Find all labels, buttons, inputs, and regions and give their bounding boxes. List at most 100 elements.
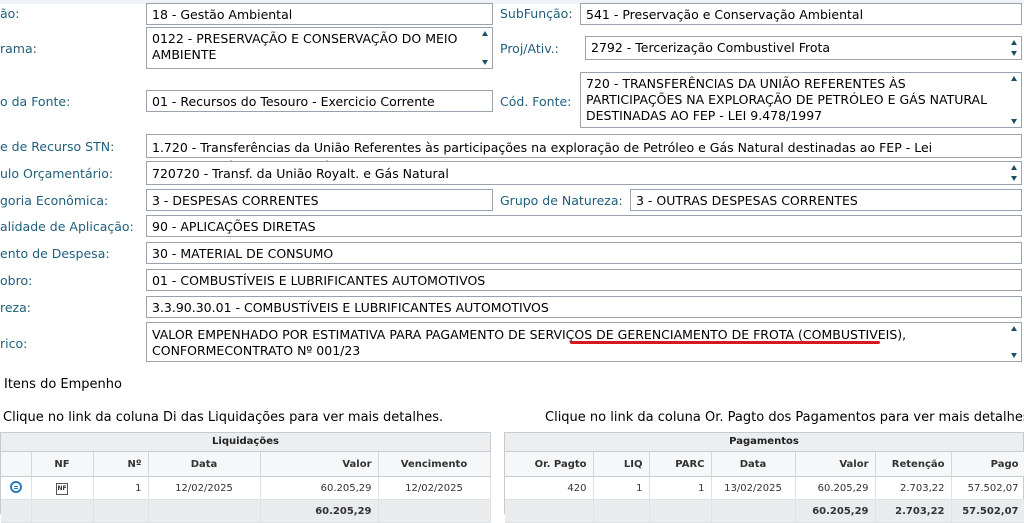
total-retencao: 2.703,22 bbox=[875, 499, 952, 523]
categoria-label: goria Econômica: bbox=[0, 193, 109, 208]
col-vencimento: Vencimento bbox=[378, 452, 491, 477]
projativ-select[interactable]: 2792 - Tercerização Combustivel Frota bbox=[585, 36, 1022, 60]
col-di bbox=[1, 452, 32, 477]
modalidade-field[interactable]: 90 - APLICAÇÕES DIRETAS bbox=[146, 215, 1022, 237]
programa-value: 0122 - PRESERVAÇÃO E CONSERVAÇÃO DO MEIO… bbox=[152, 31, 458, 62]
orcamentario-select[interactable]: 720720 - Transf. da União Royalt. e Gás … bbox=[146, 161, 1022, 185]
orcamentario-value: 720720 - Transf. da União Royalt. e Gás … bbox=[152, 166, 449, 181]
col-valor: Valor bbox=[795, 452, 876, 477]
pagamentos-grid: Pagamentos Or. Pagto LIQ PARC Data Valor… bbox=[504, 432, 1024, 523]
col-data: Data bbox=[711, 452, 796, 477]
scroll-up-icon[interactable] bbox=[482, 31, 488, 36]
pago-cell: 57.502,07 bbox=[951, 476, 1024, 500]
codfonte-label: Cód. Fonte: bbox=[500, 94, 572, 109]
elemento-field[interactable]: 30 - MATERIAL DE CONSUMO bbox=[146, 242, 1022, 264]
recurso-stn-field[interactable]: 1.720 - Transferências da União Referent… bbox=[146, 134, 1022, 173]
liquidacoes-caption: Liquidações bbox=[1, 433, 490, 452]
grupo-label: Grupo de Natureza: bbox=[500, 193, 623, 208]
nf-icon[interactable]: NF bbox=[56, 482, 68, 495]
total-valor: 60.205,29 bbox=[260, 499, 379, 523]
funcao-field[interactable]: 18 - Gestão Ambiental bbox=[146, 3, 493, 25]
recurso-stn-label: e de Recurso STN: bbox=[0, 139, 115, 154]
elemento-value: 30 - MATERIAL DE CONSUMO bbox=[152, 246, 334, 261]
liquidacoes-total-row: 60.205,29 bbox=[1, 499, 491, 523]
itens-empenho-title: Itens do Empenho bbox=[4, 377, 122, 392]
natureza-value: 3.3.90.30.01 - COMBUSTÍVEIS E LUBRIFICAN… bbox=[152, 300, 549, 315]
historico-label: rico: bbox=[0, 336, 28, 351]
up-arrow-icon[interactable] bbox=[1011, 40, 1017, 45]
modalidade-value: 90 - APLICAÇÕES DIRETAS bbox=[152, 219, 316, 234]
col-num: Nº bbox=[93, 452, 149, 477]
liquidacoes-hint: Clique no link da coluna Di das Liquidaç… bbox=[3, 410, 444, 425]
table-row: NF 1 12/02/2025 60.205,29 12/02/2025 bbox=[1, 476, 491, 500]
scroll-up-icon[interactable] bbox=[1011, 76, 1017, 81]
col-data: Data bbox=[148, 452, 261, 477]
categoria-field[interactable]: 3 - DESPESAS CORRENTES bbox=[146, 189, 493, 211]
fonte-label: o da Fonte: bbox=[0, 94, 71, 109]
down-arrow-icon[interactable] bbox=[1011, 51, 1017, 56]
codfonte-value: 720 - TRANSFERÊNCIAS DA UNIÃO REFERENTES… bbox=[586, 76, 988, 123]
subfuncao-label: SubFunção: bbox=[500, 6, 573, 21]
red-underline-annotation bbox=[570, 341, 880, 344]
valor-cell: 60.205,29 bbox=[795, 476, 876, 500]
pagamentos-table: Or. Pagto LIQ PARC Data Valor Retenção P… bbox=[505, 452, 1024, 523]
natureza-field[interactable]: 3.3.90.30.01 - COMBUSTÍVEIS E LUBRIFICAN… bbox=[146, 296, 1022, 318]
funcao-value: 18 - Gestão Ambiental bbox=[152, 7, 293, 22]
fonte-field[interactable]: 01 - Recursos do Tesouro - Exercicio Cor… bbox=[146, 90, 493, 112]
orpagto-link[interactable]: 420 bbox=[505, 476, 594, 500]
down-arrow-icon[interactable] bbox=[1011, 176, 1017, 181]
col-pago: Pago bbox=[951, 452, 1024, 477]
pagamentos-header-row: Or. Pagto LIQ PARC Data Valor Retenção P… bbox=[505, 452, 1024, 477]
funcao-label: ão: bbox=[0, 6, 20, 21]
col-parc: PARC bbox=[649, 452, 712, 477]
pagamentos-caption: Pagamentos bbox=[505, 433, 1023, 452]
modalidade-label: alidade de Aplicação: bbox=[0, 219, 134, 234]
retencao-cell: 2.703,22 bbox=[875, 476, 952, 500]
orcamentario-spinner[interactable] bbox=[1009, 162, 1019, 184]
natureza-label: reza: bbox=[0, 300, 31, 315]
total-valor: 60.205,29 bbox=[795, 499, 876, 523]
table-row: 420 1 1 13/02/2025 60.205,29 2.703,22 57… bbox=[505, 476, 1024, 500]
nf-cell[interactable]: NF bbox=[31, 476, 94, 500]
data-cell: 13/02/2025 bbox=[711, 476, 796, 500]
num-cell: 1 bbox=[93, 476, 149, 500]
pagamentos-hint: Clique no link da coluna Or. Pagto dos P… bbox=[545, 410, 1024, 425]
scroll-down-icon[interactable] bbox=[1011, 353, 1017, 358]
desdobro-value: 01 - COMBUSTÍVEIS E LUBRIFICANTES AUTOMO… bbox=[152, 273, 486, 288]
subfuncao-field[interactable]: 541 - Preservação e Conservação Ambienta… bbox=[580, 3, 1022, 25]
historico-scroll[interactable] bbox=[1009, 323, 1019, 361]
subfuncao-value: 541 - Preservação e Conservação Ambienta… bbox=[586, 7, 864, 22]
programa-label: rama: bbox=[0, 41, 37, 56]
total-pago: 57.502,07 bbox=[951, 499, 1024, 523]
pagamentos-total-row: 60.205,29 2.703,22 57.502,07 bbox=[505, 499, 1024, 523]
desdobro-field[interactable]: 01 - COMBUSTÍVEIS E LUBRIFICANTES AUTOMO… bbox=[146, 269, 1022, 291]
grupo-value: 3 - OUTRAS DESPESAS CORRENTES bbox=[636, 193, 858, 208]
scroll-up-icon[interactable] bbox=[1011, 326, 1017, 331]
col-orpagto: Or. Pagto bbox=[505, 452, 594, 477]
fonte-value: 01 - Recursos do Tesouro - Exercicio Cor… bbox=[152, 94, 435, 109]
vencimento-cell: 12/02/2025 bbox=[378, 476, 491, 500]
liq-cell: 1 bbox=[593, 476, 650, 500]
liquidacoes-table: NF Nº Data Valor Vencimento NF 1 12/02/2… bbox=[1, 452, 491, 523]
parc-cell: 1 bbox=[649, 476, 712, 500]
projativ-label: Proj/Ativ.: bbox=[500, 41, 559, 56]
di-cell[interactable] bbox=[1, 476, 32, 500]
up-arrow-icon[interactable] bbox=[1011, 165, 1017, 170]
scroll-down-icon[interactable] bbox=[1011, 119, 1017, 124]
grupo-field[interactable]: 3 - OUTRAS DESPESAS CORRENTES bbox=[630, 189, 1022, 211]
data-cell: 12/02/2025 bbox=[148, 476, 261, 500]
codfonte-field[interactable]: 720 - TRANSFERÊNCIAS DA UNIÃO REFERENTES… bbox=[580, 72, 1022, 128]
col-retencao: Retenção bbox=[875, 452, 952, 477]
programa-field[interactable]: 0122 - PRESERVAÇÃO E CONSERVAÇÃO DO MEIO… bbox=[146, 27, 493, 69]
list-icon[interactable] bbox=[9, 480, 22, 493]
elemento-label: ento de Despesa: bbox=[0, 246, 110, 261]
col-valor: Valor bbox=[260, 452, 379, 477]
liquidacoes-grid: Liquidações NF Nº Data Valor Vencimento … bbox=[0, 432, 491, 523]
programa-scroll[interactable] bbox=[480, 28, 490, 68]
projativ-spinner[interactable] bbox=[1009, 37, 1019, 59]
codfonte-scroll[interactable] bbox=[1009, 73, 1019, 127]
col-nf: NF bbox=[31, 452, 94, 477]
categoria-value: 3 - DESPESAS CORRENTES bbox=[152, 193, 319, 208]
scroll-down-icon[interactable] bbox=[482, 60, 488, 65]
liquidacoes-header-row: NF Nº Data Valor Vencimento bbox=[1, 452, 491, 477]
